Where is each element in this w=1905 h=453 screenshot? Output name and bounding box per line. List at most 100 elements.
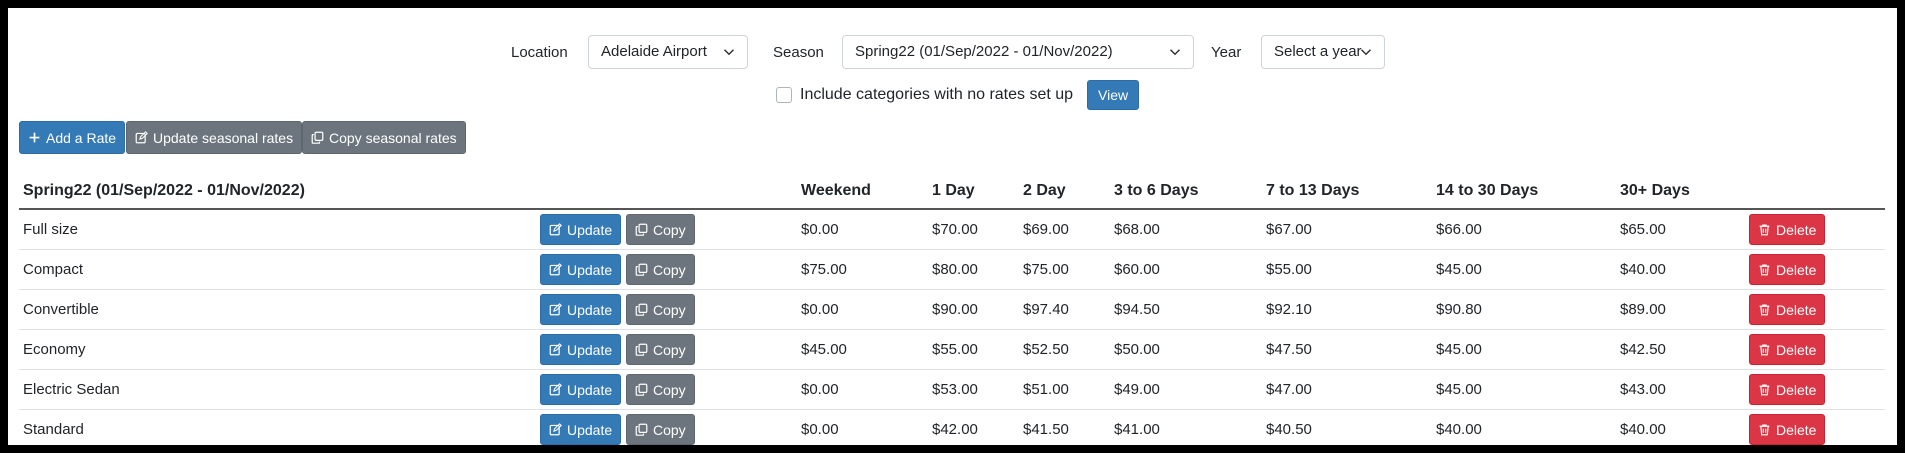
- delete-button-label: Delete: [1776, 221, 1817, 238]
- header-7-13-days: 7 to 13 Days: [1266, 182, 1360, 199]
- rate-1-day: $53.00: [932, 381, 978, 398]
- copy-button[interactable]: Copy: [626, 414, 695, 445]
- rate-2-day: $51.00: [1023, 381, 1069, 398]
- trash-icon: [1759, 224, 1770, 236]
- category-name: Economy: [23, 341, 86, 358]
- copy-icon: [635, 223, 648, 236]
- copy-icon: [311, 131, 324, 144]
- copy-button-label: Copy: [653, 341, 686, 358]
- copy-button-label: Copy: [653, 381, 686, 398]
- rate-3-6-days: $60.00: [1114, 261, 1160, 278]
- update-button[interactable]: Update: [540, 334, 622, 365]
- copy-icon: [635, 303, 648, 316]
- rate-1-day: $55.00: [932, 341, 978, 358]
- copy-button-label: Copy: [653, 261, 686, 278]
- table-row: Standard Update Copy $0.00 $42.00 $41.50…: [19, 410, 1885, 445]
- edit-icon: [549, 383, 562, 396]
- rate-1-day: $70.00: [932, 221, 978, 238]
- update-button-label: Update: [567, 381, 613, 398]
- header-14-30-days: 14 to 30 Days: [1436, 182, 1539, 199]
- year-select-value: Select a year: [1274, 43, 1362, 60]
- delete-button[interactable]: Delete: [1749, 254, 1826, 285]
- rate-2-day: $52.50: [1023, 341, 1069, 358]
- rate-weekend: $0.00: [801, 301, 839, 318]
- delete-button[interactable]: Delete: [1749, 214, 1826, 245]
- trash-icon: [1759, 424, 1770, 436]
- copy-button-label: Copy: [653, 421, 686, 438]
- rate-14-30-days: $45.00: [1436, 261, 1482, 278]
- update-button-label: Update: [567, 221, 613, 238]
- rate-3-6-days: $50.00: [1114, 341, 1160, 358]
- include-row: Include categories with no rates set up …: [8, 78, 1897, 112]
- update-button[interactable]: Update: [540, 414, 622, 445]
- update-button[interactable]: Update: [540, 374, 622, 405]
- update-button[interactable]: Update: [540, 294, 622, 325]
- view-button[interactable]: View: [1087, 80, 1140, 110]
- rate-30-plus-days: $40.00: [1620, 261, 1666, 278]
- rate-7-13-days: $55.00: [1266, 261, 1312, 278]
- year-select[interactable]: Select a year: [1261, 35, 1385, 69]
- category-name: Standard: [23, 421, 84, 438]
- copy-icon: [635, 343, 648, 356]
- season-select-value: Spring22 (01/Sep/2022 - 01/Nov/2022): [855, 43, 1113, 60]
- table-row: Economy Update Copy $45.00 $55.00 $52.50…: [19, 330, 1885, 370]
- delete-button-label: Delete: [1776, 341, 1817, 358]
- edit-icon: [135, 131, 148, 144]
- edit-icon: [549, 223, 562, 236]
- rate-3-6-days: $94.50: [1114, 301, 1160, 318]
- table-row: Full size Update Copy $0.00 $70.00 $69.0…: [19, 210, 1885, 250]
- rate-30-plus-days: $40.00: [1620, 421, 1666, 438]
- table-body: Full size Update Copy $0.00 $70.00 $69.0…: [19, 210, 1885, 445]
- rate-weekend: $75.00: [801, 261, 847, 278]
- copy-button[interactable]: Copy: [626, 254, 695, 285]
- update-button[interactable]: Update: [540, 254, 622, 285]
- rate-2-day: $41.50: [1023, 421, 1069, 438]
- include-empty-checkbox[interactable]: [776, 87, 792, 103]
- delete-button[interactable]: Delete: [1749, 334, 1826, 365]
- edit-icon: [549, 423, 562, 436]
- delete-button[interactable]: Delete: [1749, 414, 1826, 445]
- add-rate-button[interactable]: Add a Rate: [19, 121, 126, 154]
- copy-seasonal-rates-button[interactable]: Copy seasonal rates: [302, 121, 466, 154]
- delete-button-label: Delete: [1776, 381, 1817, 398]
- plus-icon: [29, 132, 40, 143]
- category-name: Compact: [23, 261, 84, 278]
- rate-14-30-days: $90.80: [1436, 301, 1482, 318]
- trash-icon: [1759, 304, 1770, 316]
- rate-14-30-days: $45.00: [1436, 341, 1482, 358]
- rate-weekend: $45.00: [801, 341, 847, 358]
- rate-30-plus-days: $89.00: [1620, 301, 1666, 318]
- rate-7-13-days: $47.00: [1266, 381, 1312, 398]
- rate-7-13-days: $67.00: [1266, 221, 1312, 238]
- rate-1-day: $80.00: [932, 261, 978, 278]
- header-season: Spring22 (01/Sep/2022 - 01/Nov/2022): [23, 182, 305, 199]
- update-seasonal-rates-button[interactable]: Update seasonal rates: [126, 121, 303, 154]
- rate-30-plus-days: $65.00: [1620, 221, 1666, 238]
- location-label: Location: [511, 44, 568, 61]
- rate-weekend: $0.00: [801, 221, 839, 238]
- copy-button[interactable]: Copy: [626, 374, 695, 405]
- season-select[interactable]: Spring22 (01/Sep/2022 - 01/Nov/2022): [842, 35, 1194, 69]
- rate-2-day: $69.00: [1023, 221, 1069, 238]
- edit-icon: [549, 303, 562, 316]
- trash-icon: [1759, 384, 1770, 396]
- add-rate-label: Add a Rate: [46, 129, 117, 146]
- season-label: Season: [773, 44, 824, 61]
- location-select[interactable]: Adelaide Airport: [588, 35, 748, 69]
- copy-button[interactable]: Copy: [626, 294, 695, 325]
- copy-icon: [635, 423, 648, 436]
- delete-button-label: Delete: [1776, 261, 1817, 278]
- update-button-label: Update: [567, 341, 613, 358]
- copy-button[interactable]: Copy: [626, 334, 695, 365]
- category-name: Full size: [23, 221, 79, 238]
- header-1-day: 1 Day: [932, 182, 975, 199]
- delete-button[interactable]: Delete: [1749, 374, 1826, 405]
- copy-icon: [635, 383, 648, 396]
- copy-button[interactable]: Copy: [626, 214, 695, 245]
- copy-button-label: Copy: [653, 221, 686, 238]
- rate-3-6-days: $49.00: [1114, 381, 1160, 398]
- delete-button[interactable]: Delete: [1749, 294, 1826, 325]
- update-button-label: Update: [567, 301, 613, 318]
- toolbar: Add a Rate Update seasonal rates Copy se…: [8, 121, 1897, 155]
- update-button[interactable]: Update: [540, 214, 622, 245]
